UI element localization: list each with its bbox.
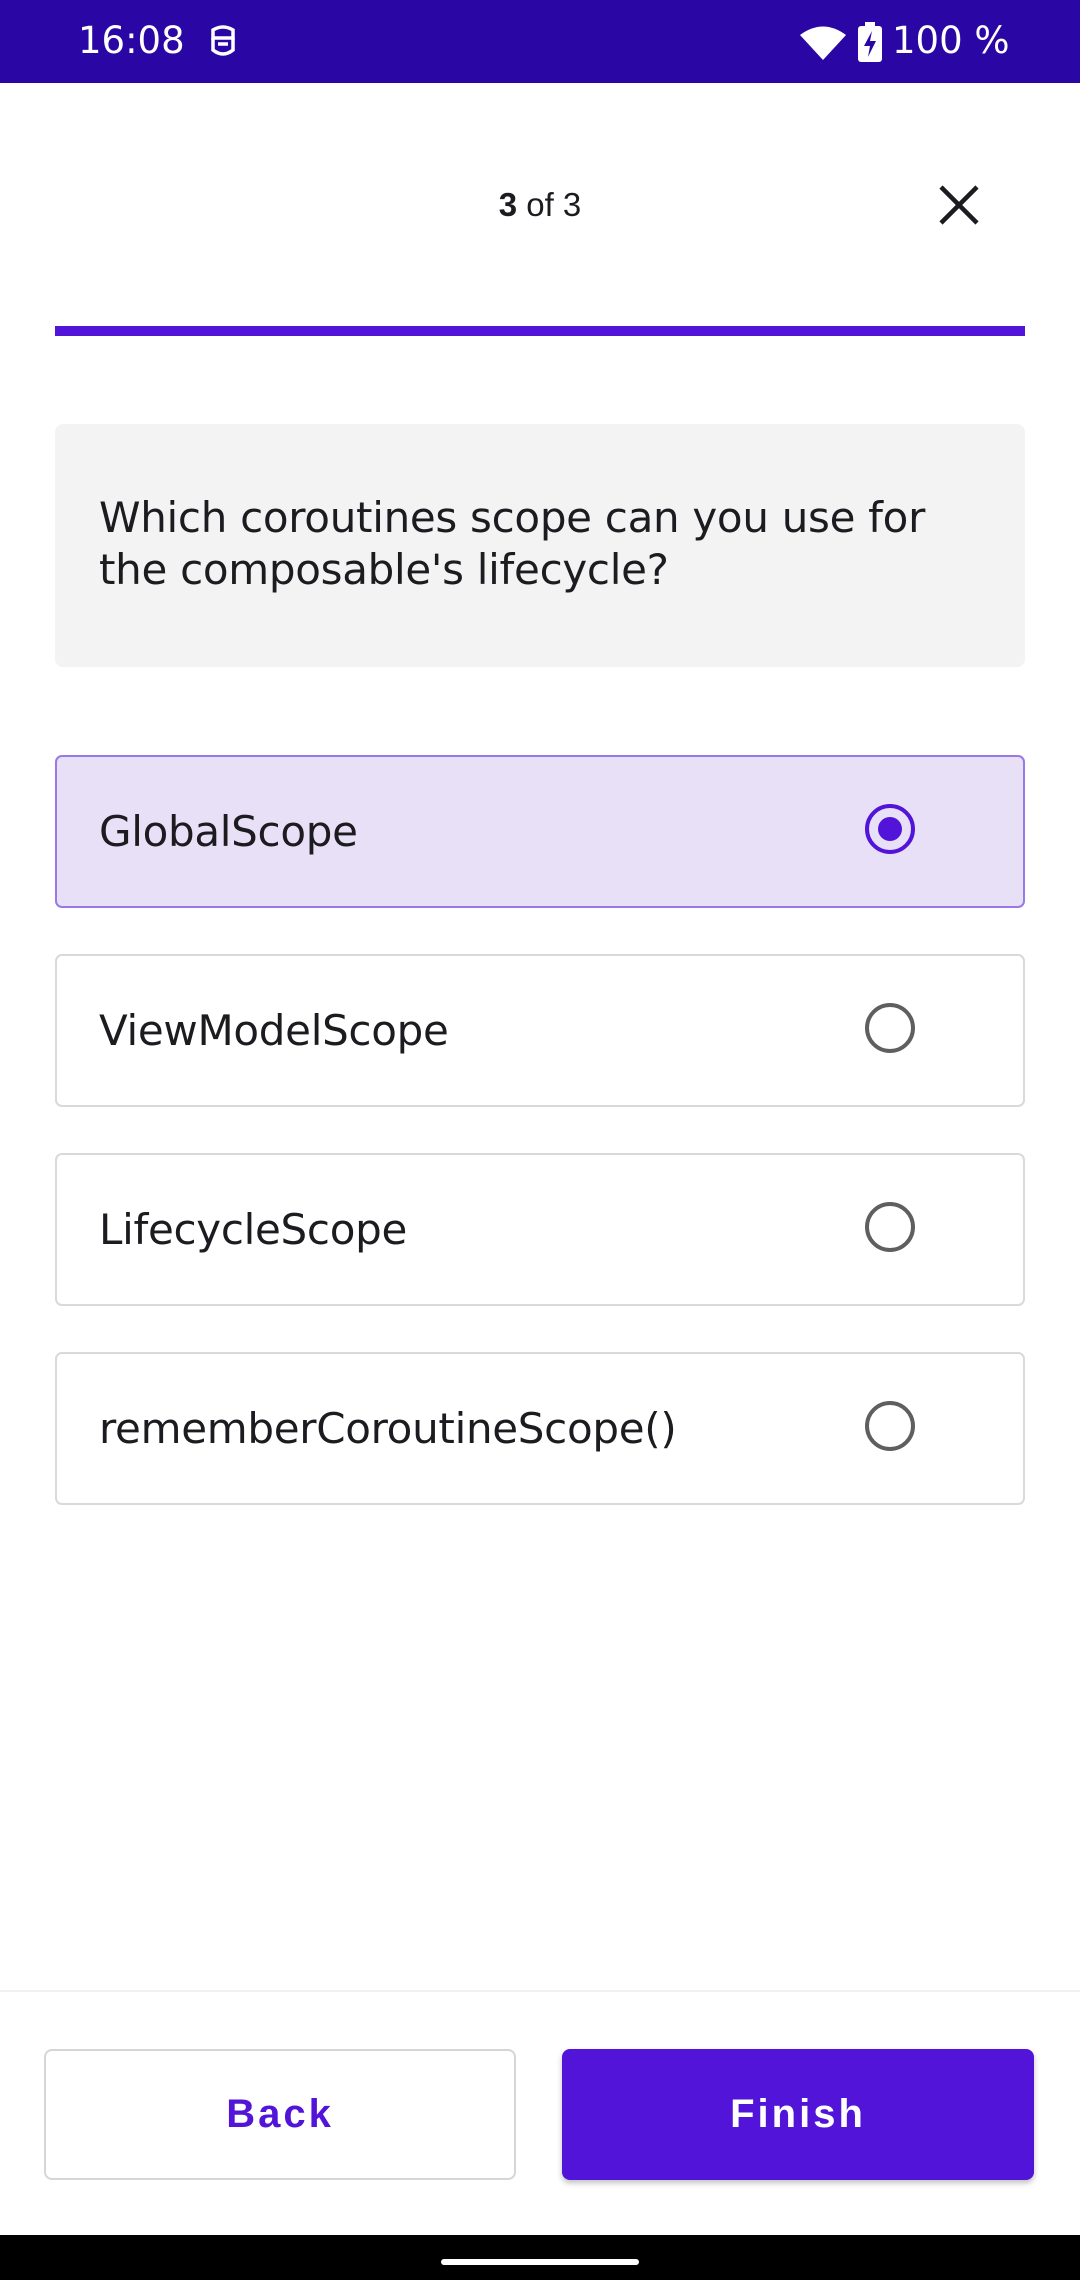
status-time: 16:08 <box>78 19 185 62</box>
radio-unselected-icon[interactable] <box>865 1401 915 1451</box>
radio-unselected-icon[interactable] <box>865 1202 915 1252</box>
question-counter: 3 of 3 <box>0 180 1080 230</box>
option-label: LifecycleScope <box>99 1205 407 1254</box>
progress-bar <box>55 326 1025 336</box>
option-global-scope[interactable]: GlobalScope <box>55 755 1025 908</box>
question-card: Which coroutines scope can you use for t… <box>55 424 1025 667</box>
question-total: of 3 <box>517 186 582 223</box>
radio-dot <box>878 817 902 841</box>
navigation-bar <box>0 2235 1080 2280</box>
back-button[interactable]: Back <box>44 2049 516 2180</box>
option-label: GlobalScope <box>99 807 358 856</box>
progress-bar-fill <box>55 326 1025 336</box>
home-gesture-handle[interactable] <box>441 2259 639 2265</box>
close-button[interactable] <box>924 170 994 240</box>
option-remember-coroutine-scope[interactable]: rememberCoroutineScope() <box>55 1352 1025 1505</box>
status-bar: 16:08 100 % <box>0 0 1080 83</box>
close-icon <box>939 185 979 225</box>
question-text: Which coroutines scope can you use for t… <box>99 493 926 594</box>
radio-unselected-icon[interactable] <box>865 1003 915 1053</box>
radio-selected-icon[interactable] <box>865 804 915 854</box>
option-viewmodel-scope[interactable]: ViewModelScope <box>55 954 1025 1107</box>
assistant-icon <box>207 24 239 67</box>
option-label: rememberCoroutineScope() <box>99 1404 677 1453</box>
bottom-divider <box>0 1990 1080 1992</box>
finish-button[interactable]: Finish <box>562 2049 1034 2180</box>
battery-charging-icon <box>858 22 882 67</box>
current-question-number: 3 <box>498 186 518 223</box>
option-lifecycle-scope[interactable]: LifecycleScope <box>55 1153 1025 1306</box>
wifi-icon <box>800 26 846 65</box>
option-label: ViewModelScope <box>99 1006 449 1055</box>
battery-percentage: 100 % <box>892 19 1010 62</box>
